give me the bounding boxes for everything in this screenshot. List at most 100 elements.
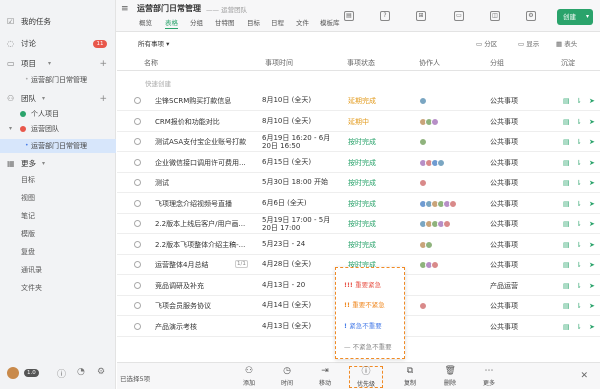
tab-files[interactable]: 文件 <box>296 17 309 27</box>
task-status[interactable]: 按时完成 <box>348 219 376 229</box>
task-time[interactable]: 6月15日 (全天) <box>262 158 336 166</box>
help-icon[interactable]: ? <box>380 11 390 21</box>
task-name[interactable]: 2.2版本飞项整体介绍主稿-... <box>155 240 255 250</box>
task-name[interactable]: 尘锋SCRM购买打款信息 <box>155 96 255 106</box>
delete-button[interactable]: 🗑 删除 <box>433 366 467 388</box>
row-select-radio[interactable] <box>134 199 141 207</box>
subtask-icon[interactable]: ⇂ <box>576 302 582 310</box>
table-row[interactable]: 尘锋SCRM购买打款信息 8月10日 (全天) 延期完成 公共事项 ▤ ⇂ ➤ <box>117 91 600 111</box>
task-name[interactable]: 测试 <box>155 178 255 188</box>
archive-icon[interactable]: ▤ <box>563 159 570 167</box>
sidebar-item-project-ops[interactable]: • 运营部门日常管理 <box>0 73 116 87</box>
task-name[interactable]: 测试ASA支付宝企业账号打款 <box>155 137 255 147</box>
sidebar-item-contacts[interactable]: 通讯录 <box>0 263 116 277</box>
group-toggle[interactable]: ▭ 分区 <box>476 38 497 48</box>
row-select-radio[interactable] <box>134 261 141 268</box>
sidebar-item-teams[interactable]: ⚇ 团队 ▾ + <box>0 92 116 106</box>
add-button[interactable]: ⚇ 添加 <box>232 366 266 388</box>
sidebar-item-more[interactable]: ▦ 更多 ▾ <box>0 157 116 171</box>
archive-icon[interactable]: ▤ <box>563 200 570 208</box>
task-group[interactable]: 公共事项 <box>490 117 518 127</box>
archive-icon[interactable]: ▤ <box>563 220 570 228</box>
display-toggle[interactable]: ▭ 显示 <box>518 38 539 48</box>
task-time[interactable]: 4月13日 (全天) <box>262 322 336 330</box>
row-select-radio[interactable] <box>134 240 141 248</box>
sidebar-item-templates[interactable]: 模版 <box>0 227 116 241</box>
table-row[interactable]: 2.2版本上线后客户/用户画... 5月19日 17:00 - 5月20日 17:… <box>117 214 600 234</box>
row-select-radio[interactable] <box>134 302 141 309</box>
task-status[interactable]: 延期中 <box>348 117 369 127</box>
sidebar-item-discuss[interactable]: ◌ 讨论 11 <box>0 37 116 51</box>
row-select-radio[interactable] <box>134 220 141 227</box>
archive-icon[interactable]: ▤ <box>563 282 570 290</box>
move-button[interactable]: ⇥ 移动 <box>308 366 342 388</box>
copy-button[interactable]: ⧉ 复制 <box>393 366 427 388</box>
priority-button[interactable]: ⓘ 优先级 <box>349 366 383 388</box>
send-icon[interactable]: ➤ <box>589 241 595 249</box>
col-collaborators[interactable]: 协作人 <box>419 58 440 68</box>
task-group[interactable]: 公共事项 <box>490 240 518 250</box>
task-group[interactable]: 产品运营 <box>490 281 518 291</box>
tab-table[interactable]: 表格 <box>165 17 178 29</box>
tab-gantt[interactable]: 甘特图 <box>215 17 235 27</box>
send-icon[interactable]: ➤ <box>589 261 595 269</box>
share-icon[interactable]: ⊞ <box>416 11 426 21</box>
table-row[interactable]: 2.2版本飞项整体介绍主稿-... 5月23日 - 24 按时完成 公共事项 ▤ ⇂ ➤ <box>117 234 600 255</box>
more-button[interactable]: ⋯ 更多 <box>472 366 506 388</box>
task-time[interactable]: 6月19日 16:20 - 6月20日 16:50 <box>262 134 336 150</box>
task-group[interactable]: 公共事项 <box>490 158 518 168</box>
tab-template-lib[interactable]: 模板库 <box>320 17 340 27</box>
priority-option-urgent-not-important[interactable]: ! 紧急不重要 <box>344 320 382 330</box>
message-icon[interactable]: ▭ <box>454 11 464 21</box>
row-select-radio[interactable] <box>134 138 141 145</box>
priority-option-important-not-urgent[interactable]: !! 重要不紧急 <box>344 299 385 309</box>
task-group[interactable]: 公共事项 <box>490 219 518 229</box>
sidebar-item-goal[interactable]: 目标 <box>0 173 116 187</box>
send-icon[interactable]: ➤ <box>589 302 595 310</box>
time-button[interactable]: ◷ 时间 <box>270 366 304 388</box>
task-status[interactable]: 按时完成 <box>348 178 376 188</box>
subtask-icon[interactable]: ⇂ <box>576 97 582 105</box>
help-icon[interactable]: ⓘ <box>57 367 66 380</box>
send-icon[interactable]: ➤ <box>589 220 595 228</box>
info-icon[interactable]: ◫ <box>490 11 500 21</box>
task-name[interactable]: 竞品调研及补充 <box>155 281 255 291</box>
task-time[interactable]: 4月28日 (全天) <box>262 260 336 268</box>
subtask-icon[interactable]: ⇂ <box>576 138 582 146</box>
table-row[interactable]: 企业微信接口调用许可费用... 6月15日 (全天) 按时完成 公共事项 ▤ ⇂ ➤ <box>117 152 600 173</box>
add-team-icon[interactable]: + <box>99 92 107 106</box>
chevron-down-icon[interactable]: ▾ <box>48 57 51 71</box>
send-icon[interactable]: ➤ <box>589 179 595 187</box>
sidebar-item-team-project[interactable]: • 运营部门日常管理 <box>0 139 116 153</box>
task-name[interactable]: 2.2版本上线后客户/用户画... <box>155 219 255 229</box>
sidebar-item-folders[interactable]: 文件夹 <box>0 281 116 295</box>
task-status[interactable]: 按时完成 <box>348 199 376 209</box>
task-time[interactable]: 8月10日 (全天) <box>262 96 336 104</box>
chevron-down-icon[interactable]: ▾ <box>42 92 45 106</box>
task-time[interactable]: 6月6日 (全天) <box>262 199 336 207</box>
send-icon[interactable]: ➤ <box>589 118 595 126</box>
send-icon[interactable]: ➤ <box>589 200 595 208</box>
archive-icon[interactable]: ▤ <box>563 323 570 331</box>
col-archive[interactable]: 沉淀 <box>561 58 575 68</box>
sidebar-item-review[interactable]: 复盘 <box>0 245 116 259</box>
task-time[interactable]: 4月14日 (全天) <box>262 301 336 309</box>
table-row[interactable]: 测试ASA支付宝企业账号打款 6月19日 16:20 - 6月20日 16:50 按… <box>117 132 600 152</box>
row-select-radio[interactable] <box>134 117 141 125</box>
add-project-icon[interactable]: + <box>99 57 107 71</box>
subtask-icon[interactable]: ⇂ <box>576 200 582 208</box>
task-group[interactable]: 公共事项 <box>490 301 518 311</box>
settings-icon[interactable]: ⚙ <box>526 11 536 21</box>
task-status[interactable]: 按时完成 <box>348 137 376 147</box>
task-status[interactable]: 延期完成 <box>348 96 376 106</box>
table-row[interactable]: 飞项理念介绍视频号直播 6月6日 (全天) 按时完成 公共事项 ▤ ⇂ ➤ <box>117 193 600 214</box>
send-icon[interactable]: ➤ <box>589 323 595 331</box>
subtask-icon[interactable]: ⇂ <box>576 159 582 167</box>
subtask-icon[interactable]: ⇂ <box>576 261 582 269</box>
subtask-icon[interactable]: ⇂ <box>576 118 582 126</box>
task-name[interactable]: 飞项会员服务协议 <box>155 301 255 311</box>
sidebar-item-notes[interactable]: 笔记 <box>0 209 116 223</box>
task-group[interactable]: 公共事项 <box>490 96 518 106</box>
tab-group[interactable]: 分组 <box>190 17 203 27</box>
task-name[interactable]: CRM报价和功能对比 <box>155 117 255 127</box>
